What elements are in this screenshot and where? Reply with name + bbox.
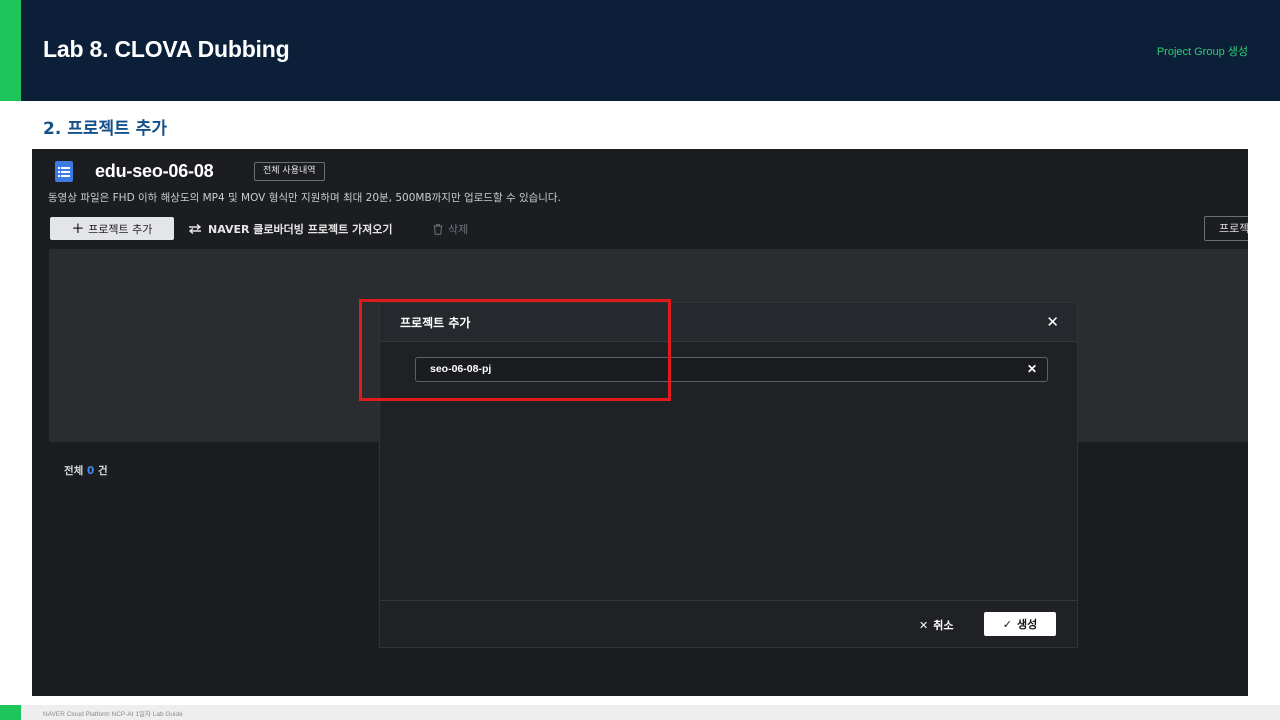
total-count: 전체 0 건 xyxy=(64,463,108,478)
slide-header: Lab 8. CLOVA Dubbing Project Group 생성 xyxy=(0,0,1280,101)
cancel-button[interactable]: ✕ 취소 xyxy=(919,617,953,633)
trash-icon xyxy=(433,223,443,235)
workspace-name: edu-seo-06-08 xyxy=(95,161,214,181)
delete-button[interactable]: 삭제 xyxy=(433,221,468,237)
plus-icon: + xyxy=(71,219,85,237)
total-suffix: 건 xyxy=(97,465,108,477)
add-project-button[interactable]: + 프로젝트 추가 xyxy=(50,217,174,240)
modal-footer-divider xyxy=(380,600,1077,601)
document-icon xyxy=(55,161,73,182)
footer-text: NAVER Cloud Platform NCP-AI 1일차 Lab Guid… xyxy=(43,711,183,718)
app-screenshot: edu-seo-06-08 전체 사용내역 동영상 파일은 FHD 이하 해상도… xyxy=(32,149,1248,696)
create-button[interactable]: ✓ 생성 xyxy=(984,612,1056,636)
import-project-button[interactable]: NAVER 클로바더빙 프로젝트 가져오기 xyxy=(188,221,393,237)
cancel-x-icon: ✕ xyxy=(919,618,929,632)
upload-notice: 동영상 파일은 FHD 이하 해상도의 MP4 및 MOV 형식만 지원하며 최… xyxy=(48,192,561,204)
create-label: 생성 xyxy=(1016,618,1038,631)
footer-accent-bar xyxy=(0,705,21,720)
close-icon[interactable]: ✕ xyxy=(1046,313,1059,331)
slide-footer: NAVER Cloud Platform NCP-AI 1일차 Lab Guid… xyxy=(0,705,1280,720)
highlight-box xyxy=(359,299,671,401)
clear-input-icon[interactable]: ✕ xyxy=(1027,358,1037,381)
checkmark-icon: ✓ xyxy=(1002,617,1012,631)
section-title: 2. 프로젝트 추가 xyxy=(43,119,167,139)
slide-title: Lab 8. CLOVA Dubbing xyxy=(43,36,290,62)
delete-label: 삭제 xyxy=(448,223,469,236)
cancel-label: 취소 xyxy=(933,619,954,632)
total-count-value: 0 xyxy=(86,465,95,477)
add-project-label: 프로젝트 추가 xyxy=(88,222,153,236)
total-prefix: 전체 xyxy=(64,465,84,477)
usage-history-button[interactable]: 전체 사용내역 xyxy=(254,162,325,181)
header-accent-bar xyxy=(0,0,21,101)
project-sort-button[interactable]: 프로젝 xyxy=(1204,216,1248,241)
import-project-label: NAVER 클로바더빙 프로젝트 가져오기 xyxy=(208,223,393,236)
slide-tag: Project Group 생성 xyxy=(1156,46,1248,58)
swap-icon xyxy=(188,224,202,234)
